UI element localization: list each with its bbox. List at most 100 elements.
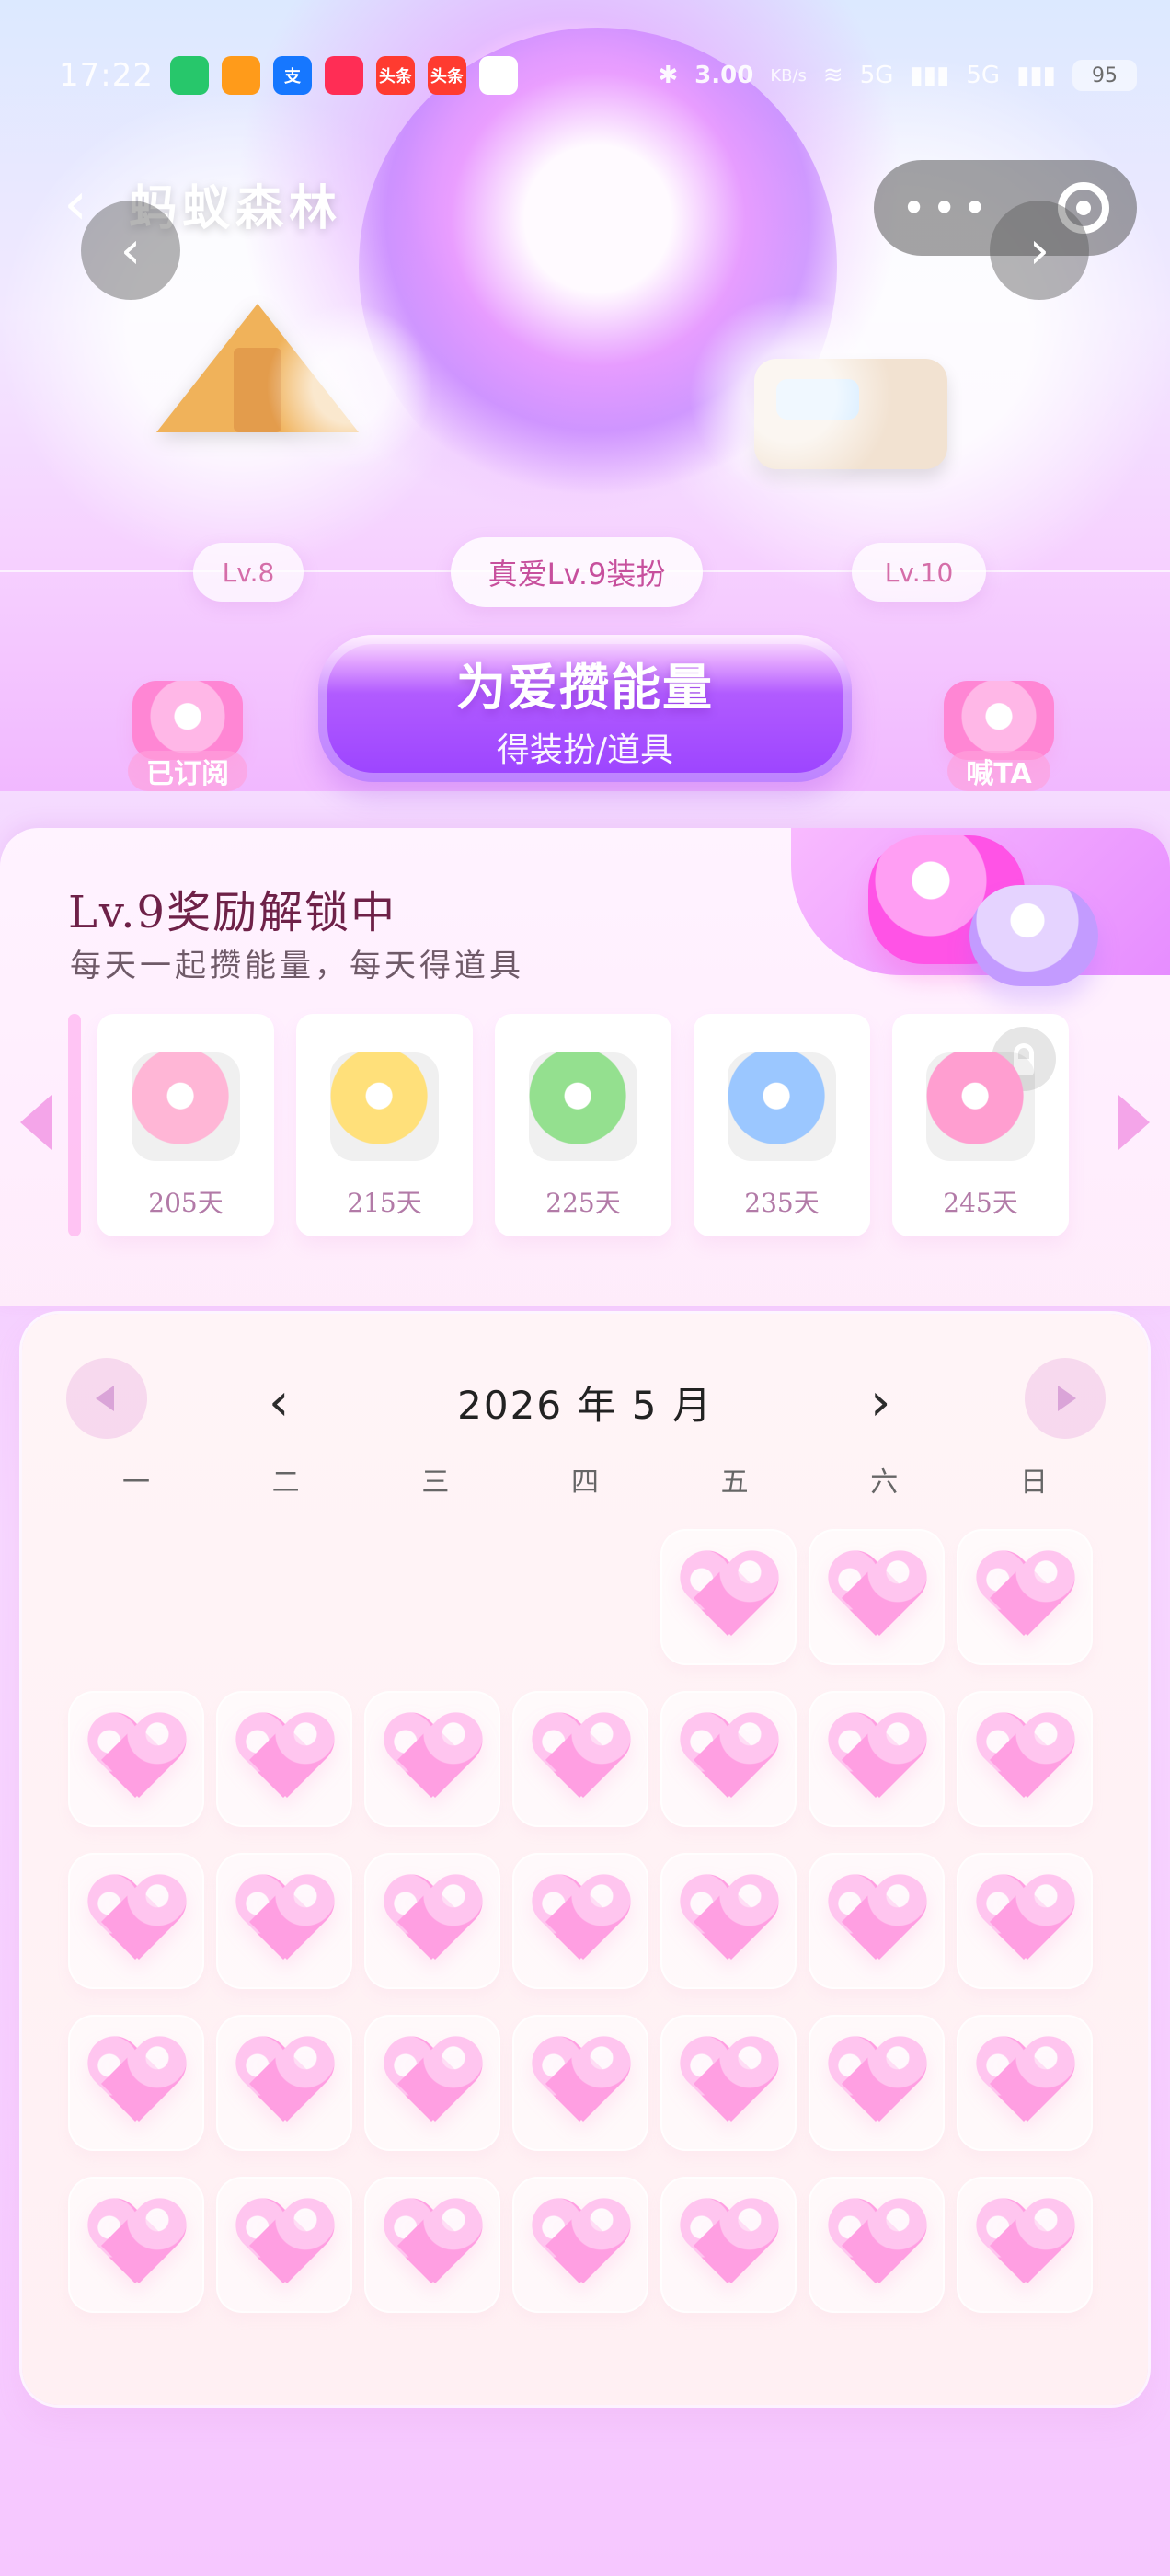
reward-scroll-left-icon[interactable] — [20, 1095, 52, 1150]
heart-icon — [530, 2039, 631, 2127]
hearts-decoration — [868, 835, 1107, 992]
heart-icon — [234, 1715, 335, 1803]
level-pill-right[interactable]: Lv.10 — [852, 543, 986, 602]
reward-item-days: 245天 — [943, 1188, 1018, 1218]
reward-item[interactable]: 245天 — [892, 1014, 1069, 1236]
camera-app-icon — [169, 56, 209, 95]
heart-icon — [382, 2039, 483, 2127]
reward-item[interactable]: 225天 — [495, 1014, 671, 1236]
heart-icon — [86, 1715, 187, 1803]
calendar-day-cell[interactable] — [660, 1691, 797, 1827]
calendar-day-cell[interactable] — [512, 2177, 648, 2313]
calendar-day-cell[interactable] — [660, 2015, 797, 2151]
calendar-weekdays: 一 二 三 四 五 六 日 — [68, 1459, 1102, 1500]
calendar-day-cell[interactable] — [957, 2177, 1093, 2313]
calendar-day-cell[interactable] — [68, 1853, 204, 1989]
heart-icon — [974, 2201, 1075, 2289]
reward-item-image — [132, 1052, 240, 1161]
calendar-day-cell[interactable] — [809, 2015, 945, 2151]
weekday-label: 三 — [421, 1466, 450, 1499]
calendar-day-cell[interactable] — [512, 1853, 648, 1989]
calendar-day-cell[interactable] — [364, 2177, 500, 2313]
cta-main-label: 为爱攒能量 — [456, 658, 714, 717]
battery-indicator: 95 — [1072, 60, 1137, 91]
megaphone-icon — [944, 681, 1054, 760]
subscribed-badge: 已订阅 — [128, 751, 247, 791]
heart-icon — [826, 2201, 927, 2289]
weekday-label: 一 — [122, 1466, 150, 1499]
calendar-day-cell[interactable] — [957, 1691, 1093, 1827]
calendar-next-circle-button[interactable] — [1025, 1358, 1106, 1439]
chevron-left-icon: ‹ — [120, 220, 142, 281]
calendar-empty-cell — [512, 1529, 648, 1665]
heart-icon — [530, 2201, 631, 2289]
heart-icon — [678, 1553, 779, 1641]
heart-icon — [530, 1877, 631, 1965]
heart-icon — [382, 1715, 483, 1803]
heart-icon — [530, 1715, 631, 1803]
collect-energy-button[interactable]: 为爱攒能量 得装扮/道具 — [318, 635, 852, 782]
calendar-day-cell[interactable] — [68, 1691, 204, 1827]
weekday-label: 日 — [1019, 1466, 1048, 1499]
reward-item[interactable]: 205天 — [98, 1014, 274, 1236]
reward-item[interactable]: 215天 — [296, 1014, 473, 1236]
reward-item[interactable]: 235天 — [694, 1014, 870, 1236]
level-pill-current[interactable]: 真爱Lv.9装扮 — [451, 537, 703, 607]
calendar-day-cell[interactable] — [216, 2177, 352, 2313]
level-pill-left[interactable]: Lv.8 — [193, 543, 304, 602]
status-time: 17:22 — [59, 57, 154, 94]
wifi-icon: ≋ — [822, 62, 843, 89]
subscribed-shortcut[interactable]: 已订阅 — [114, 681, 261, 791]
reward-item-image — [529, 1052, 637, 1161]
calendar-day-cell[interactable] — [364, 2015, 500, 2151]
calendar-day-cell[interactable] — [364, 1691, 500, 1827]
alipay-app-icon: 支 — [272, 56, 312, 95]
calendar-day-cell[interactable] — [68, 2015, 204, 2151]
calendar-card: ‹ 2026 年 5 月 › 一 二 三 四 五 六 日 — [22, 1314, 1148, 2405]
status-bar: 17:22 支 头条 头条 ✱ 3.00 KB/s ≋ 5G ▮▮▮ 5G ▮▮▮ … — [59, 48, 1137, 103]
heart-icon — [678, 1715, 779, 1803]
weekday-label: 四 — [570, 1466, 599, 1499]
heart-icon — [974, 1877, 1075, 1965]
triangle-right-icon — [1058, 1386, 1076, 1411]
reward-scroll-right-icon[interactable] — [1118, 1095, 1150, 1150]
calendar-day-cell[interactable] — [216, 1853, 352, 1989]
calendar-day-cell[interactable] — [957, 1529, 1093, 1665]
calendar-day-cell[interactable] — [809, 1853, 945, 1989]
shout-ta-shortcut[interactable]: 喊TA — [925, 681, 1072, 791]
calendar-day-cell[interactable] — [957, 2015, 1093, 2151]
heart-icon — [974, 2039, 1075, 2127]
calendar-day-cell[interactable] — [216, 1691, 352, 1827]
calendar-next-month-button[interactable]: › — [870, 1373, 890, 1432]
calendar-day-cell[interactable] — [957, 1853, 1093, 1989]
more-menu[interactable]: ••• — [901, 183, 992, 233]
reward-items: 205天 215天 225天 235天 245天 — [68, 1014, 1102, 1236]
calendar-day-cell[interactable] — [364, 1853, 500, 1989]
prev-scene-button[interactable]: ‹ — [81, 201, 180, 300]
calendar-day-cell[interactable] — [809, 1691, 945, 1827]
calendar-day-cell[interactable] — [809, 2177, 945, 2313]
heart-icon — [234, 1877, 335, 1965]
weekday-label: 六 — [870, 1466, 899, 1499]
calendar-day-cell[interactable] — [660, 1529, 797, 1665]
calendar-day-cell[interactable] — [809, 1529, 945, 1665]
status-app-icons: 支 头条 头条 — [169, 56, 518, 95]
calendar-day-cell[interactable] — [512, 2015, 648, 2151]
calendar-day-cell[interactable] — [68, 2177, 204, 2313]
heart-icon — [86, 1877, 187, 1965]
heart-icon — [678, 2039, 779, 2127]
heart-icon — [86, 2201, 187, 2289]
alipay-app-icon-label: 支 — [283, 67, 301, 86]
heart-icon — [678, 2201, 779, 2289]
reward-item-image — [926, 1052, 1035, 1161]
chevron-left-icon: ‹ — [63, 170, 87, 238]
calendar-day-cell[interactable] — [660, 2177, 797, 2313]
reward-item-days: 215天 — [347, 1188, 422, 1218]
calendar-day-cell[interactable] — [216, 2015, 352, 2151]
purple-heart-decoration — [969, 885, 1098, 986]
calendar-day-cell[interactable] — [660, 1853, 797, 1989]
weibo-app-icon — [221, 56, 260, 95]
network-speed: 3.00 — [694, 62, 754, 89]
calendar-day-cell[interactable] — [512, 1691, 648, 1827]
next-scene-button[interactable]: › — [990, 201, 1089, 300]
